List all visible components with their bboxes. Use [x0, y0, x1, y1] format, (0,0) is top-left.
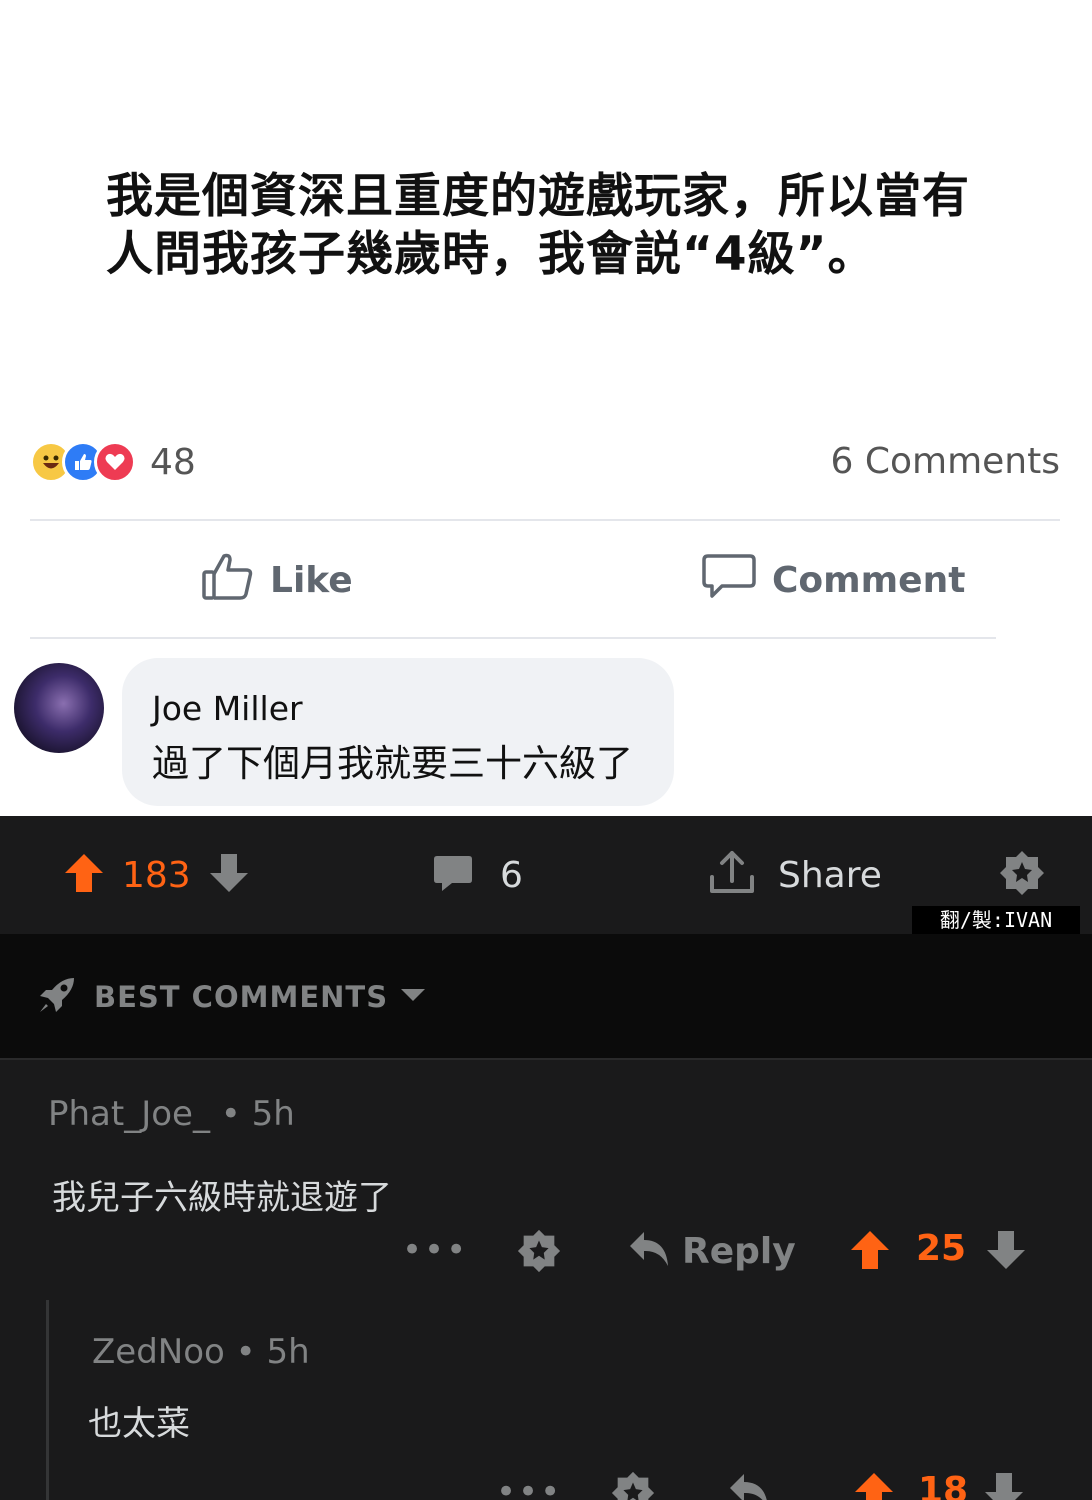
comments-count-link[interactable]: 6 Comments: [831, 440, 1060, 484]
reply-label: Reply: [682, 1230, 796, 1272]
reply-arrow-icon: [626, 1226, 672, 1276]
comment-icon: [432, 852, 474, 898]
reply-arrow-icon[interactable]: [726, 1468, 772, 1500]
thumbs-up-icon: [200, 548, 270, 613]
award-icon[interactable]: [516, 1228, 562, 1274]
comment-bubble: Joe Miller 過了下個月我就要三十六級了: [122, 658, 674, 806]
like-label: Like: [270, 559, 353, 601]
reaction-count: 48: [150, 441, 196, 483]
downvote-arrow-icon[interactable]: [982, 1470, 1026, 1500]
facebook-post: 我是個資深且重度的遊戲玩家，所以當有 人問我孩子幾歲時，我會説“4級”。 48 …: [0, 0, 1092, 816]
reply-button[interactable]: Reply: [626, 1226, 796, 1276]
caret-down-icon: [400, 987, 426, 1007]
downvote-arrow-icon[interactable]: [207, 851, 251, 899]
comments-list: Phat_Joe_ • 5h 我兒子六級時就退遊了 ••• Reply 25 Z…: [0, 1060, 1092, 1500]
share-upload-icon: [706, 847, 758, 903]
comment-button[interactable]: Comment: [700, 548, 965, 612]
comment-text: 過了下個月我就要三十六級了: [152, 742, 633, 785]
upvote-count: 183: [122, 854, 191, 896]
comment-actions: ••• Reply 25: [0, 1222, 1092, 1282]
comment-meta[interactable]: Phat_Joe_ • 5h: [48, 1094, 295, 1134]
divider: [30, 637, 996, 639]
downvote-arrow-icon[interactable]: [984, 1228, 1028, 1272]
comment-count: 6: [500, 854, 523, 896]
post-text: 我是個資深且重度的遊戲玩家，所以當有 人問我孩子幾歲時，我會説“4級”。: [106, 168, 1026, 284]
upvote-arrow-icon[interactable]: [62, 851, 106, 899]
love-reaction-icon: [94, 441, 136, 483]
reactions-summary[interactable]: 48: [30, 440, 196, 484]
speech-bubble-icon: [700, 548, 772, 613]
share-label: Share: [778, 854, 882, 896]
vote-group: 183: [62, 816, 251, 934]
sort-label: BEST COMMENTS: [94, 980, 389, 1014]
upvote-arrow-icon[interactable]: [852, 1470, 896, 1500]
comment-meta[interactable]: ZedNoo • 5h: [92, 1332, 310, 1372]
award-icon[interactable]: [610, 1470, 656, 1500]
comment-text: 也太菜: [88, 1404, 190, 1444]
comment-text: 我兒子六級時就退遊了: [52, 1178, 392, 1218]
comment-author[interactable]: Joe Miller: [152, 688, 644, 730]
avatar[interactable]: [14, 663, 104, 753]
share-button[interactable]: Share: [706, 816, 882, 934]
more-options-button[interactable]: •••: [402, 1230, 468, 1270]
credit-watermark: 翻/製:IVAN MADE: [912, 906, 1080, 960]
comment-label: Comment: [772, 559, 966, 601]
post-text-line-2: 人問我孩子幾歲時，我會説“4級”。: [106, 227, 876, 282]
comment-vote-count: 18: [918, 1470, 969, 1500]
upvote-arrow-icon[interactable]: [848, 1228, 892, 1272]
rocket-icon: [36, 974, 78, 1020]
comments-button[interactable]: 6: [432, 816, 523, 934]
comment-actions: ••• 18: [0, 1464, 1092, 1500]
more-options-button[interactable]: •••: [496, 1472, 562, 1500]
sort-bar: BEST COMMENTS: [0, 934, 1092, 1060]
divider: [30, 519, 1060, 521]
award-icon: [998, 849, 1046, 901]
sort-dropdown[interactable]: BEST COMMENTS: [36, 974, 426, 1020]
comment-vote-count: 25: [916, 1228, 967, 1269]
like-button[interactable]: Like: [200, 548, 353, 612]
post-text-line-1: 我是個資深且重度的遊戲玩家，所以當有: [106, 169, 970, 224]
